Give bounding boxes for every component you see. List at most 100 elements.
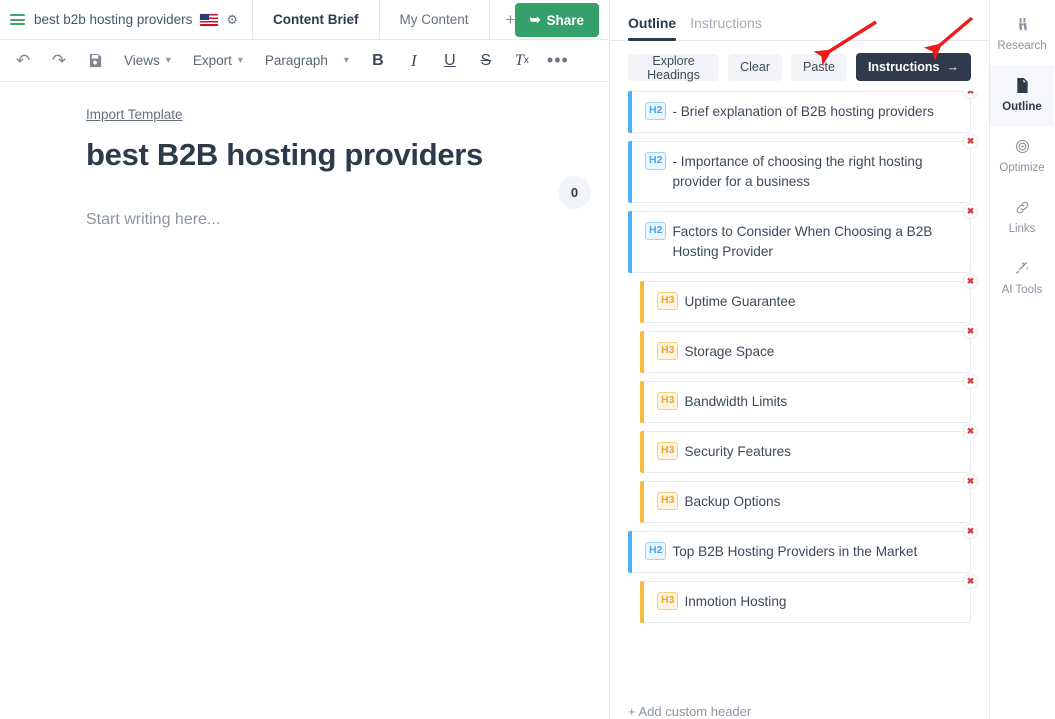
outline-item-text: Backup Options <box>684 494 781 509</box>
outline-item-accent <box>628 91 632 133</box>
heading-level-badge: H2 <box>645 222 667 240</box>
document-name[interactable]: best b2b hosting providers <box>34 12 192 27</box>
outline-item-text: Inmotion Hosting <box>684 594 787 609</box>
views-menu-label: Views <box>124 53 160 68</box>
workspace-tabs: Content Brief My Content + <box>253 0 531 39</box>
target-icon <box>1015 139 1030 157</box>
outline-item-accent <box>640 281 644 323</box>
remove-outline-item-icon[interactable]: ✖ <box>963 324 978 339</box>
outline-item-accent <box>628 141 632 203</box>
share-button[interactable]: ➥ Share <box>514 3 599 37</box>
heading-level-badge: H3 <box>657 292 679 310</box>
remove-outline-item-icon[interactable]: ✖ <box>963 204 978 219</box>
editor-column: best b2b hosting providers ⚙ Content Bri… <box>0 0 610 719</box>
heading-level-badge: H2 <box>645 152 667 170</box>
outline-item[interactable]: H3 Uptime Guarantee ✖ <box>640 274 978 323</box>
chevron-down-icon: ▾ <box>343 55 349 66</box>
remove-outline-item-icon[interactable]: ✖ <box>963 274 978 289</box>
outline-item[interactable]: H2 - Brief explanation of B2B hosting pro… <box>628 91 978 133</box>
remove-outline-item-icon[interactable]: ✖ <box>963 524 978 539</box>
outline-item[interactable]: H2 Factors to Consider When Choosing a B2… <box>628 204 978 273</box>
gear-icon[interactable]: ⚙ <box>226 13 238 26</box>
outline-item-accent <box>640 481 644 523</box>
us-flag-icon <box>200 13 219 26</box>
document-icon <box>1015 78 1029 96</box>
heading-level-badge: H3 <box>657 592 679 610</box>
outline-item[interactable]: H2 Top B2B Hosting Providers in the Marke… <box>628 524 978 573</box>
rail-item-label: AI Tools <box>1001 284 1043 296</box>
bold-button[interactable]: B <box>361 46 395 76</box>
outline-item-text: Security Features <box>684 444 791 459</box>
outline-item-text: Top B2B Hosting Providers in the Market <box>672 544 918 559</box>
binoculars-icon <box>1015 17 1030 35</box>
heading-level-badge: H3 <box>657 392 679 410</box>
underline-button[interactable]: U <box>433 46 467 76</box>
tab-content-brief[interactable]: Content Brief <box>253 0 380 39</box>
import-template-link[interactable]: Import Template <box>86 107 183 122</box>
outline-item-accent <box>628 211 632 273</box>
remove-outline-item-icon[interactable]: ✖ <box>963 474 978 489</box>
remove-outline-item-icon[interactable]: ✖ <box>963 374 978 389</box>
rail-item-ai-tools[interactable]: AI Tools <box>990 248 1054 309</box>
document-content: Import Template best B2B hosting provide… <box>0 106 609 229</box>
outline-item[interactable]: H2 - Importance of choosing the right hos… <box>628 134 978 203</box>
italic-button[interactable]: I <box>397 46 431 76</box>
hamburger-icon[interactable] <box>0 0 34 39</box>
remove-outline-item-icon[interactable]: ✖ <box>963 424 978 439</box>
remove-outline-item-icon[interactable]: ✖ <box>963 134 978 149</box>
outline-item-accent <box>640 431 644 473</box>
tab-instructions[interactable]: Instructions <box>690 15 762 40</box>
views-menu[interactable]: Views ▾ <box>114 46 181 76</box>
undo-icon[interactable]: ↶ <box>6 46 40 76</box>
remove-outline-item-icon[interactable]: ✖ <box>963 91 978 99</box>
instructions-button[interactable]: Instructions → <box>855 53 971 81</box>
outline-item[interactable]: H3 Bandwidth Limits ✖ <box>640 374 978 423</box>
strikethrough-button[interactable]: S <box>469 46 503 76</box>
add-custom-header-button[interactable]: + Add custom header <box>610 692 989 719</box>
page-title[interactable]: best B2B hosting providers <box>86 136 539 173</box>
export-menu[interactable]: Export ▾ <box>183 46 253 76</box>
outline-item[interactable]: H3 Inmotion Hosting ✖ <box>640 574 978 623</box>
rail-item-optimize[interactable]: Optimize <box>990 126 1054 187</box>
explore-headings-button[interactable]: Explore Headings <box>628 53 720 82</box>
heading-level-badge: H2 <box>645 542 667 560</box>
clear-formatting-icon[interactable]: Tx <box>505 46 539 76</box>
heading-level-badge: H3 <box>657 492 679 510</box>
remove-outline-item-icon[interactable]: ✖ <box>963 574 978 589</box>
paragraph-style-menu[interactable]: Paragraph ▾ <box>255 46 359 76</box>
outline-panel-tabs: Outline Instructions <box>610 0 989 41</box>
app-root: best b2b hosting providers ⚙ Content Bri… <box>0 0 1055 719</box>
rail-item-outline[interactable]: Outline <box>990 65 1054 126</box>
editor-placeholder[interactable]: Start writing here... <box>86 211 539 229</box>
arrow-right-icon: → <box>946 60 960 74</box>
outline-item[interactable]: H3 Backup Options ✖ <box>640 474 978 523</box>
word-count-badge: 0 <box>558 176 591 209</box>
chevron-down-icon: ▾ <box>165 55 171 66</box>
instructions-button-label: Instructions <box>867 60 940 74</box>
redo-icon[interactable]: ↷ <box>42 46 76 76</box>
paste-button[interactable]: Paste <box>790 53 847 81</box>
outline-item-text: Storage Space <box>684 344 775 359</box>
tab-my-content[interactable]: My Content <box>380 0 490 39</box>
outline-panel: Outline Instructions Explore Headings Cl… <box>610 0 990 719</box>
format-toolbar: ↶ ↷ Views ▾ Export ▾ Paragraph ▾ B I U S… <box>0 40 609 82</box>
export-menu-label: Export <box>192 53 232 68</box>
clear-button[interactable]: Clear <box>728 53 782 81</box>
tab-outline[interactable]: Outline <box>628 15 677 41</box>
rail-item-links[interactable]: Links <box>990 187 1054 248</box>
save-disk-icon[interactable] <box>78 46 112 76</box>
right-rail: Research Outline Optimize Links AI Tools <box>990 0 1054 719</box>
rail-item-label: Research <box>997 40 1047 52</box>
heading-level-badge: H3 <box>657 442 679 460</box>
outline-item-text: Bandwidth Limits <box>684 394 788 409</box>
outline-item-list: H2 - Brief explanation of B2B hosting pro… <box>610 91 989 692</box>
outline-item[interactable]: H3 Security Features ✖ <box>640 424 978 473</box>
outline-item-text: Factors to Consider When Choosing a B2B … <box>672 224 933 259</box>
outline-item[interactable]: H3 Storage Space ✖ <box>640 324 978 373</box>
rail-item-research[interactable]: Research <box>990 4 1054 65</box>
document-body: 0 Import Template best B2B hosting provi… <box>0 82 609 718</box>
paragraph-style-label: Paragraph <box>264 53 328 68</box>
share-button-label: Share <box>546 12 584 28</box>
more-options-icon[interactable]: ••• <box>541 46 575 76</box>
outline-item-text: - Importance of choosing the right hosti… <box>672 154 923 189</box>
